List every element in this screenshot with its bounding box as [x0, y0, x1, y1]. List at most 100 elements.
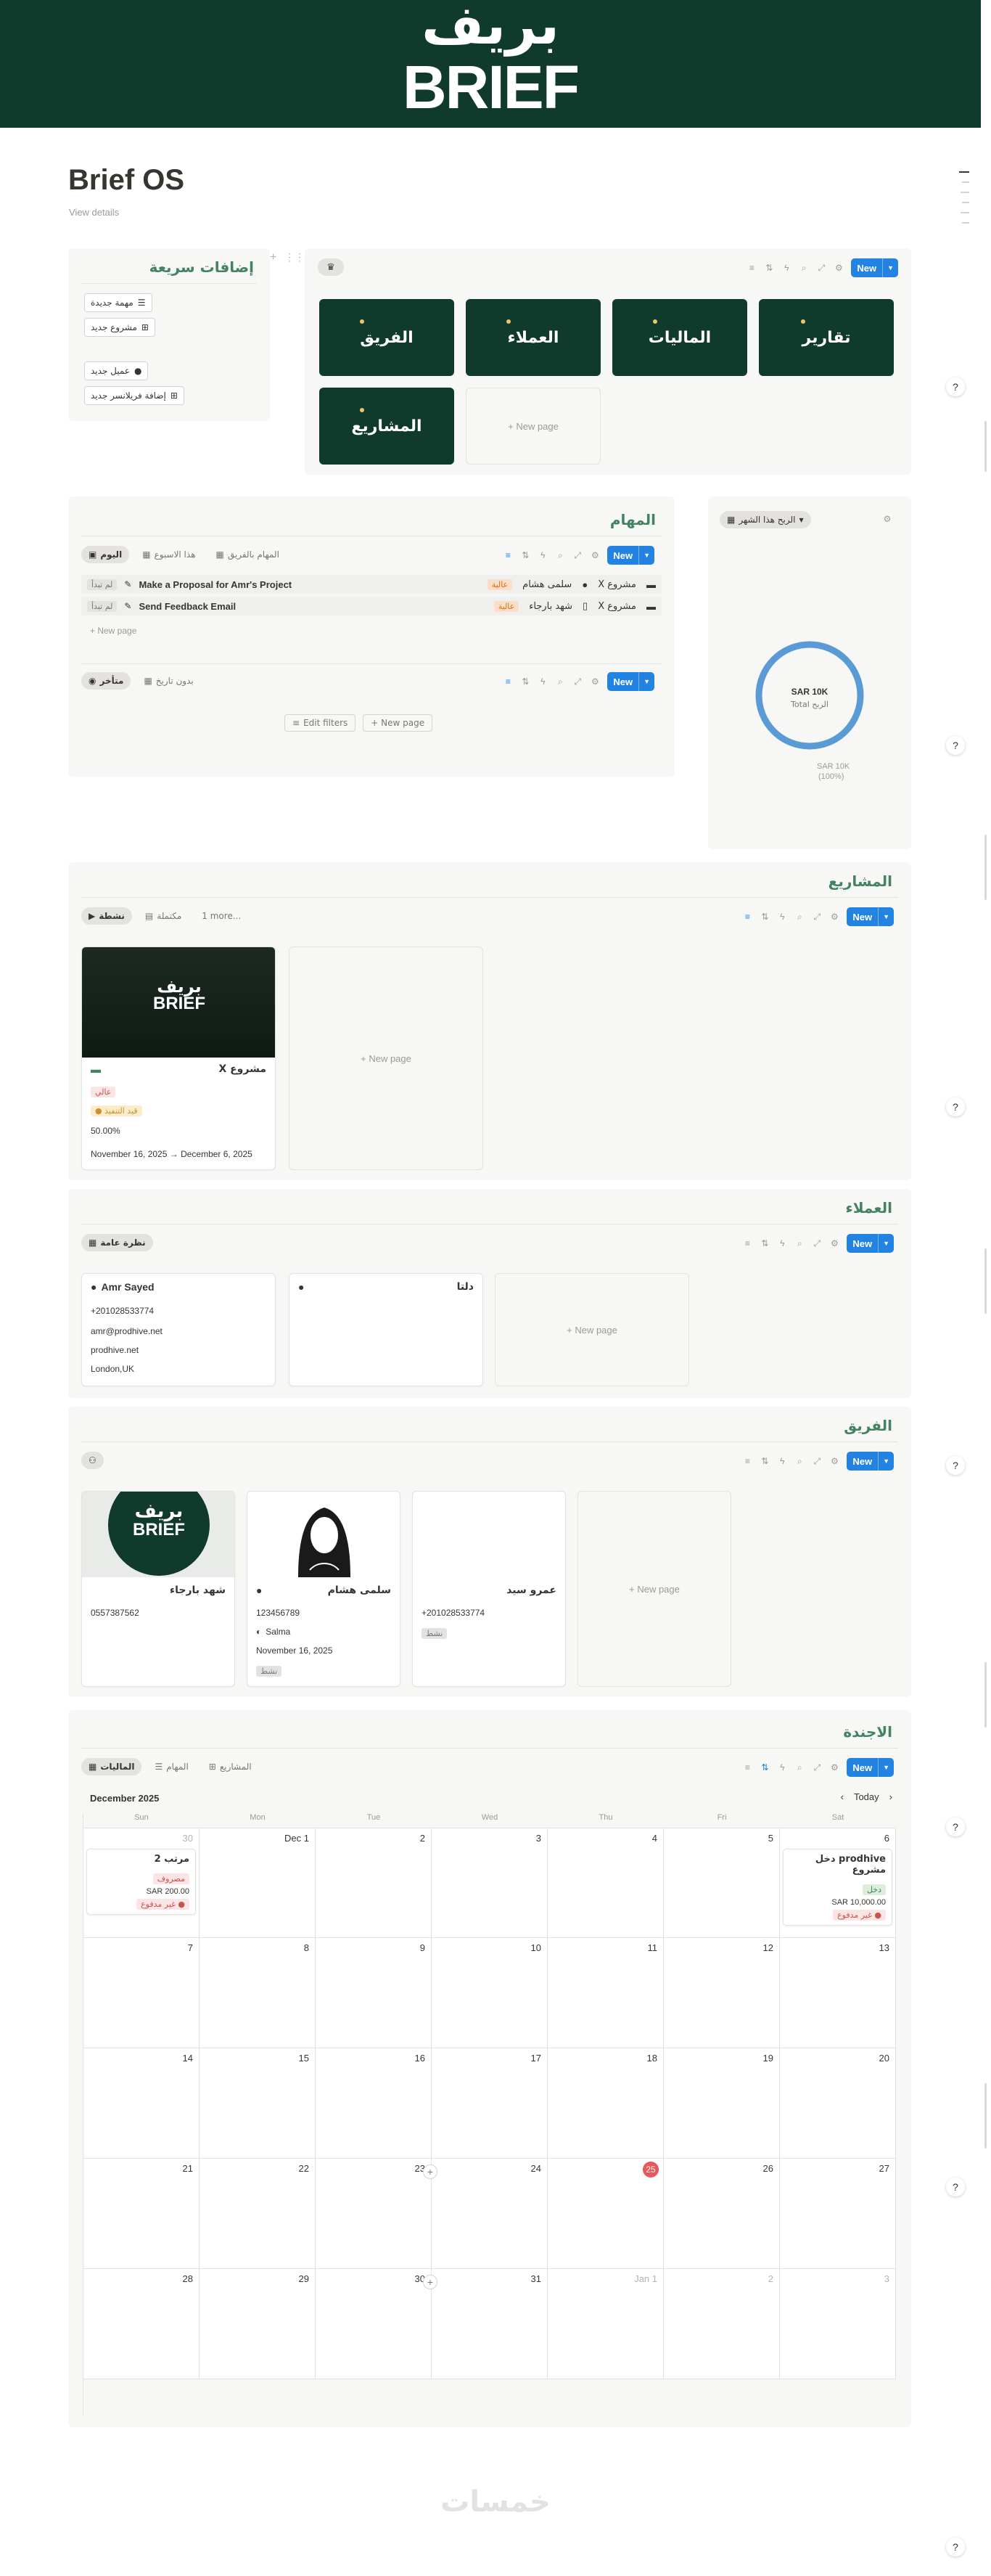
calendar-day-cell[interactable]: 14	[83, 2048, 200, 2159]
new-page-tile[interactable]: + New page	[577, 1491, 731, 1687]
settings-icon[interactable]: ⚙	[590, 676, 600, 687]
view-tab-crown[interactable]: ♛	[318, 258, 344, 276]
help-button[interactable]: ?	[946, 2538, 965, 2556]
calendar-day-cell[interactable]: 3	[432, 1828, 548, 1938]
new-page-tile[interactable]: + New page	[289, 946, 483, 1170]
page-outline[interactable]	[955, 171, 969, 229]
drag-handle-icon[interactable]: ⋮⋮	[284, 251, 305, 263]
search-icon[interactable]: ⌕	[794, 1762, 805, 1772]
new-button[interactable]: New ▼	[607, 672, 654, 691]
help-button[interactable]: ?	[946, 377, 965, 396]
chevron-down-icon[interactable]: ▼	[882, 258, 898, 277]
new-button[interactable]: New ▼	[607, 546, 654, 565]
tile-reports[interactable]: تقارير	[759, 299, 894, 376]
search-icon[interactable]: ⌕	[555, 550, 565, 560]
new-button[interactable]: New ▼	[851, 258, 898, 277]
tile-finance[interactable]: الماليات	[612, 299, 747, 376]
chevron-down-icon[interactable]: ▼	[878, 1234, 894, 1253]
calendar-day-cell[interactable]: 2	[664, 2269, 780, 2379]
new-page-tile[interactable]: + New page	[495, 1273, 689, 1386]
new-client-button[interactable]: ● عميل جديد	[84, 361, 149, 380]
scrollbar-thumb[interactable]	[984, 421, 987, 472]
expand-icon[interactable]: ⤢	[816, 263, 826, 273]
new-button[interactable]: New ▼	[847, 1758, 894, 1777]
lightning-icon[interactable]: ϟ	[777, 1238, 787, 1248]
chevron-down-icon[interactable]: ▼	[878, 907, 894, 926]
calendar-day-cell[interactable]: 13	[780, 1938, 896, 2048]
calendar-day-cell[interactable]: 25	[548, 2159, 664, 2269]
settings-icon[interactable]: ⚙	[882, 514, 892, 524]
add-event-icon[interactable]: +	[423, 2275, 437, 2289]
calendar-day-cell[interactable]: 15	[200, 2048, 316, 2159]
sort-icon[interactable]: ⇅	[760, 1238, 770, 1248]
today-button[interactable]: Today	[854, 1791, 879, 1802]
search-icon[interactable]: ⌕	[794, 912, 805, 922]
expand-icon[interactable]: ⤢	[572, 676, 583, 687]
calendar-day-cell[interactable]: 31	[432, 2269, 548, 2379]
scrollbar-thumb[interactable]	[984, 1662, 987, 1727]
calendar-day-cell[interactable]: 9	[316, 1938, 432, 2048]
filter-icon[interactable]: ≡	[742, 912, 752, 922]
tab-tasks[interactable]: ☰ المهام	[147, 1758, 195, 1775]
calendar-day-cell[interactable]: 6 prodhive دخل مشروع دخل SAR 10,000.00 ● غير…	[780, 1828, 896, 1938]
new-project-button[interactable]: ⊞ مشروع جديد	[84, 318, 155, 337]
filter-icon[interactable]: ≡	[742, 1762, 752, 1772]
calendar-day-cell[interactable]: 8	[200, 1938, 316, 2048]
filter-icon[interactable]: ≡	[742, 1456, 752, 1466]
tab-this-week[interactable]: ▦ هذا الاسبوع	[135, 546, 202, 563]
calendar-day-cell[interactable]: 5	[664, 1828, 780, 1938]
team-member-card[interactable]: بريف BRIEF شهد بارجاء 0557387562	[81, 1491, 235, 1687]
calendar-day-cell[interactable]: 27	[780, 2159, 896, 2269]
lightning-icon[interactable]: ϟ	[538, 676, 548, 687]
filter-icon[interactable]: ≡	[503, 676, 513, 687]
new-task-button[interactable]: ☰ مهمة جديدة	[84, 293, 152, 312]
tab-finance[interactable]: ▦ الماليات	[81, 1758, 142, 1775]
calendar-day-cell[interactable]: 24	[432, 2159, 548, 2269]
tab-today[interactable]: ▣ اليوم	[81, 546, 130, 563]
new-page-button[interactable]: + New page	[363, 714, 433, 732]
search-icon[interactable]: ⌕	[794, 1238, 805, 1248]
help-button[interactable]: ?	[946, 736, 965, 755]
calendar-day-cell[interactable]: Jan 1	[548, 2269, 664, 2379]
sort-icon[interactable]: ⇅	[520, 676, 530, 687]
view-details-link[interactable]: View details	[69, 207, 119, 218]
calendar-day-cell[interactable]: 26	[664, 2159, 780, 2269]
filter-icon[interactable]: ≡	[503, 550, 513, 560]
calendar-event-card[interactable]: مرتب 2 مصروف SAR 200.00 ● غير مدفوع	[86, 1849, 196, 1915]
table-row[interactable]: لم تبدأ ✎ Send Feedback Email ▬ مشروع X …	[81, 597, 662, 616]
scrollbar-thumb[interactable]	[984, 2083, 987, 2148]
help-button[interactable]: ?	[946, 2178, 965, 2196]
calendar-day-cell[interactable]: 16	[316, 2048, 432, 2159]
add-block-icon[interactable]: +	[270, 251, 276, 264]
project-card[interactable]: بريف BRIEF مشروع X ▬ عالي ● قيد التنفيذ …	[81, 946, 276, 1170]
settings-icon[interactable]: ⚙	[829, 912, 839, 922]
lightning-icon[interactable]: ϟ	[777, 912, 787, 922]
expand-icon[interactable]: ⤢	[812, 1238, 822, 1248]
tab-overview[interactable]: ▦ نظرة عامة	[81, 1234, 153, 1251]
calendar-day-cell[interactable]: 20	[780, 2048, 896, 2159]
calendar-day-cell[interactable]: 22	[200, 2159, 316, 2269]
expand-icon[interactable]: ⤢	[812, 1456, 822, 1466]
chevron-down-icon[interactable]: ▼	[878, 1758, 894, 1777]
tab-active[interactable]: ▶ نشطة	[81, 907, 132, 925]
new-page-row[interactable]: + New page	[90, 626, 136, 636]
lightning-icon[interactable]: ϟ	[781, 263, 791, 273]
tab-completed[interactable]: ▤ مكتملة	[138, 907, 189, 925]
add-event-icon[interactable]: +	[423, 2164, 437, 2179]
calendar-day-cell[interactable]: 2	[316, 1828, 432, 1938]
team-member-card[interactable]: عمرو سيد +201028533774 نشط	[412, 1491, 566, 1687]
calendar-day-cell[interactable]: Dec 1	[200, 1828, 316, 1938]
settings-icon[interactable]: ⚙	[829, 1238, 839, 1248]
table-row[interactable]: لم تبدأ ✎ Make a Proposal for Amr's Proj…	[81, 575, 662, 594]
help-button[interactable]: ?	[946, 1456, 965, 1475]
new-freelancer-button[interactable]: ⊞ إضافة فريلانسر جديد	[84, 386, 184, 405]
tab-overdue[interactable]: ◉ متأخر	[81, 672, 131, 690]
calendar-day-cell[interactable]: 30 +	[316, 2269, 437, 2379]
help-button[interactable]: ?	[946, 1817, 965, 1836]
tab-team-view[interactable]: ⚇	[81, 1452, 104, 1469]
chevron-down-icon[interactable]: ▼	[878, 1452, 894, 1471]
calendar-day-cell[interactable]: 21	[83, 2159, 200, 2269]
tile-projects[interactable]: المشاريع	[319, 388, 454, 465]
sort-icon[interactable]: ⇅	[760, 912, 770, 922]
new-page-tile[interactable]: + New page	[466, 388, 601, 465]
